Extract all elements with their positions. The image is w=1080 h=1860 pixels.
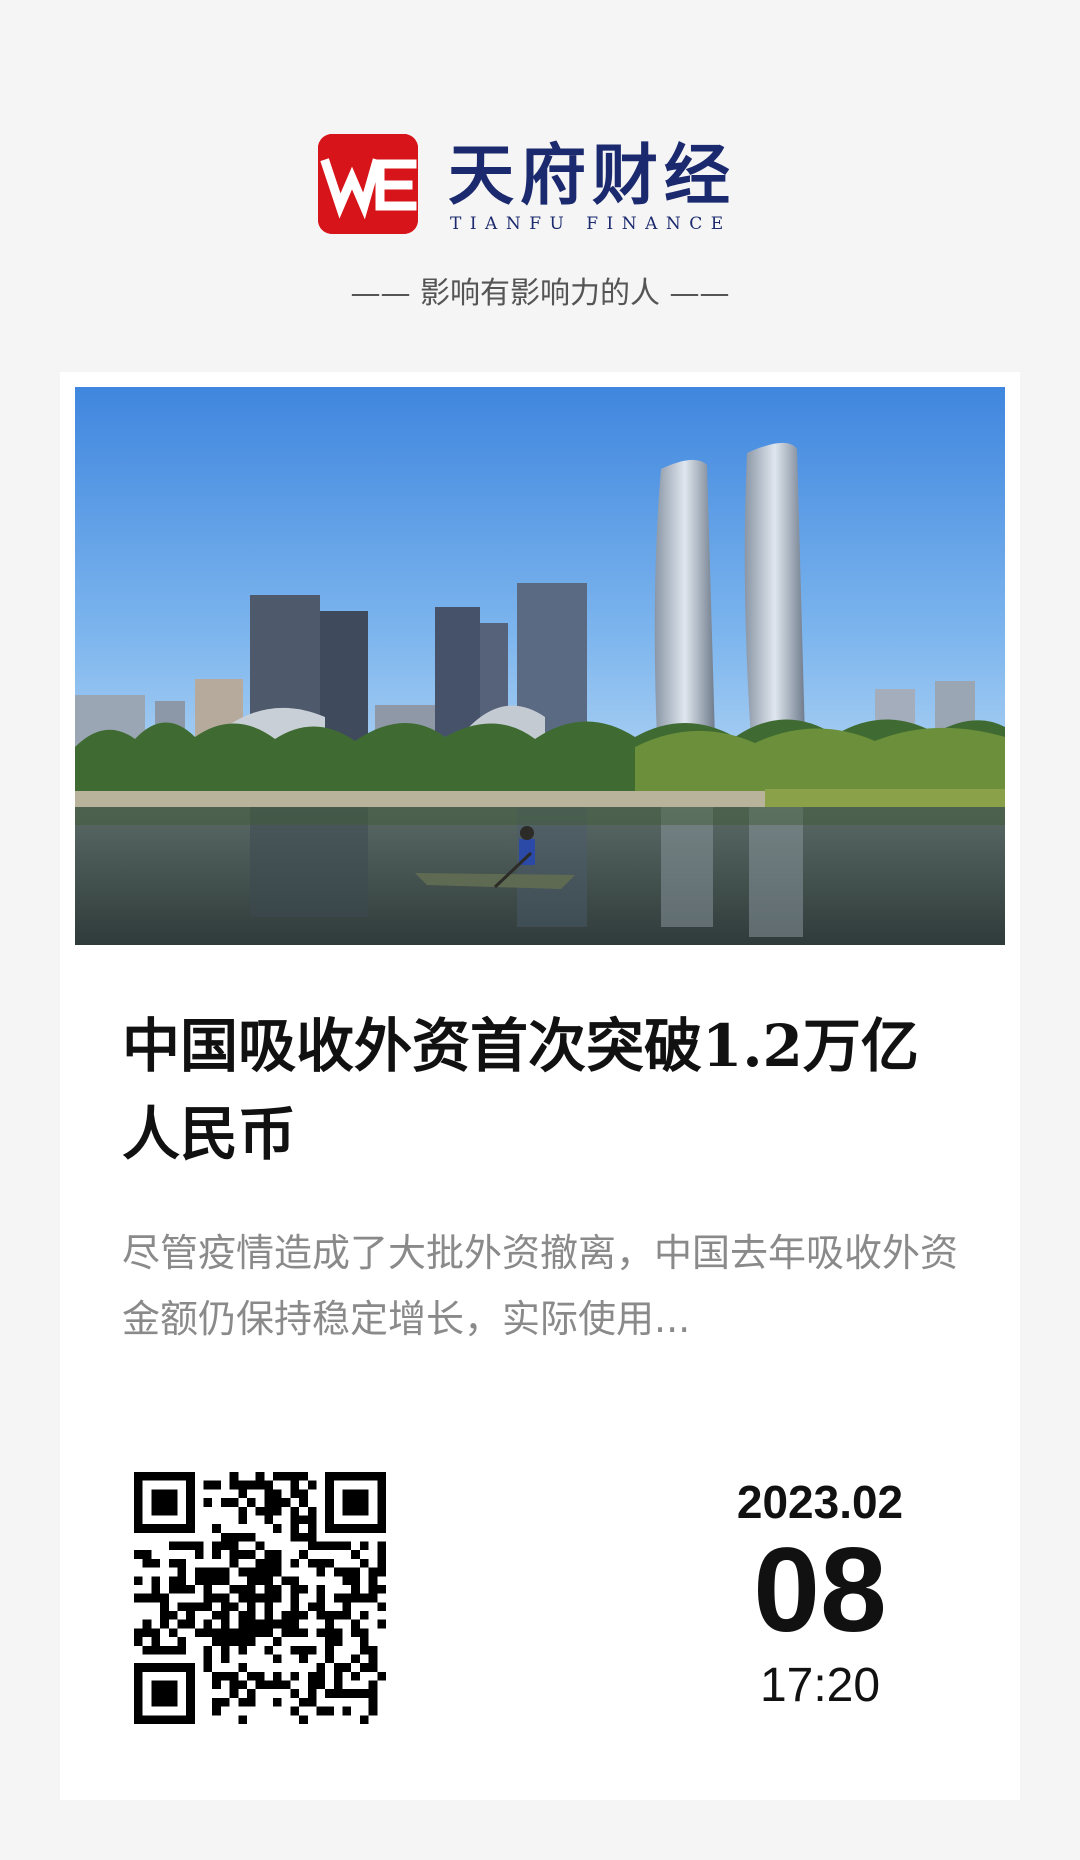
article-card[interactable]: 中国吸收外资首次突破1.2万亿人民币 尽管疫情造成了大批外资撤离，中国去年吸收外… bbox=[60, 372, 1020, 1800]
date-day: 08 bbox=[753, 1523, 887, 1657]
publish-date: 2023.02 08 17:20 bbox=[690, 1474, 950, 1716]
slogan: —— 影响有影响力的人 —— bbox=[350, 276, 730, 311]
date-time: 17:20 bbox=[759, 1659, 881, 1712]
date-year-month: 2023.02 bbox=[736, 1476, 904, 1528]
brand-header: 天府财经 TIANFU FINANCE bbox=[318, 132, 758, 242]
share-poster: 天府财经 TIANFU FINANCE —— 影响有影响力的人 —— 中国吸收外… bbox=[0, 0, 1080, 1860]
article-summary: 尽管疫情造成了大批外资撤离，中国去年吸收外资金额仍保持稳定增长，实际使用... bbox=[122, 1231, 959, 1341]
brand-name: 天府财经 bbox=[448, 137, 736, 214]
city-skyline-photo bbox=[75, 387, 1005, 945]
qr-code-icon[interactable] bbox=[134, 1472, 386, 1724]
brand-subtitle: TIANFU FINANCE bbox=[450, 214, 732, 234]
brand-logo-icon bbox=[318, 134, 418, 234]
article-headline[interactable]: 中国吸收外资首次突破1.2万亿人民币 bbox=[122, 1002, 962, 1178]
